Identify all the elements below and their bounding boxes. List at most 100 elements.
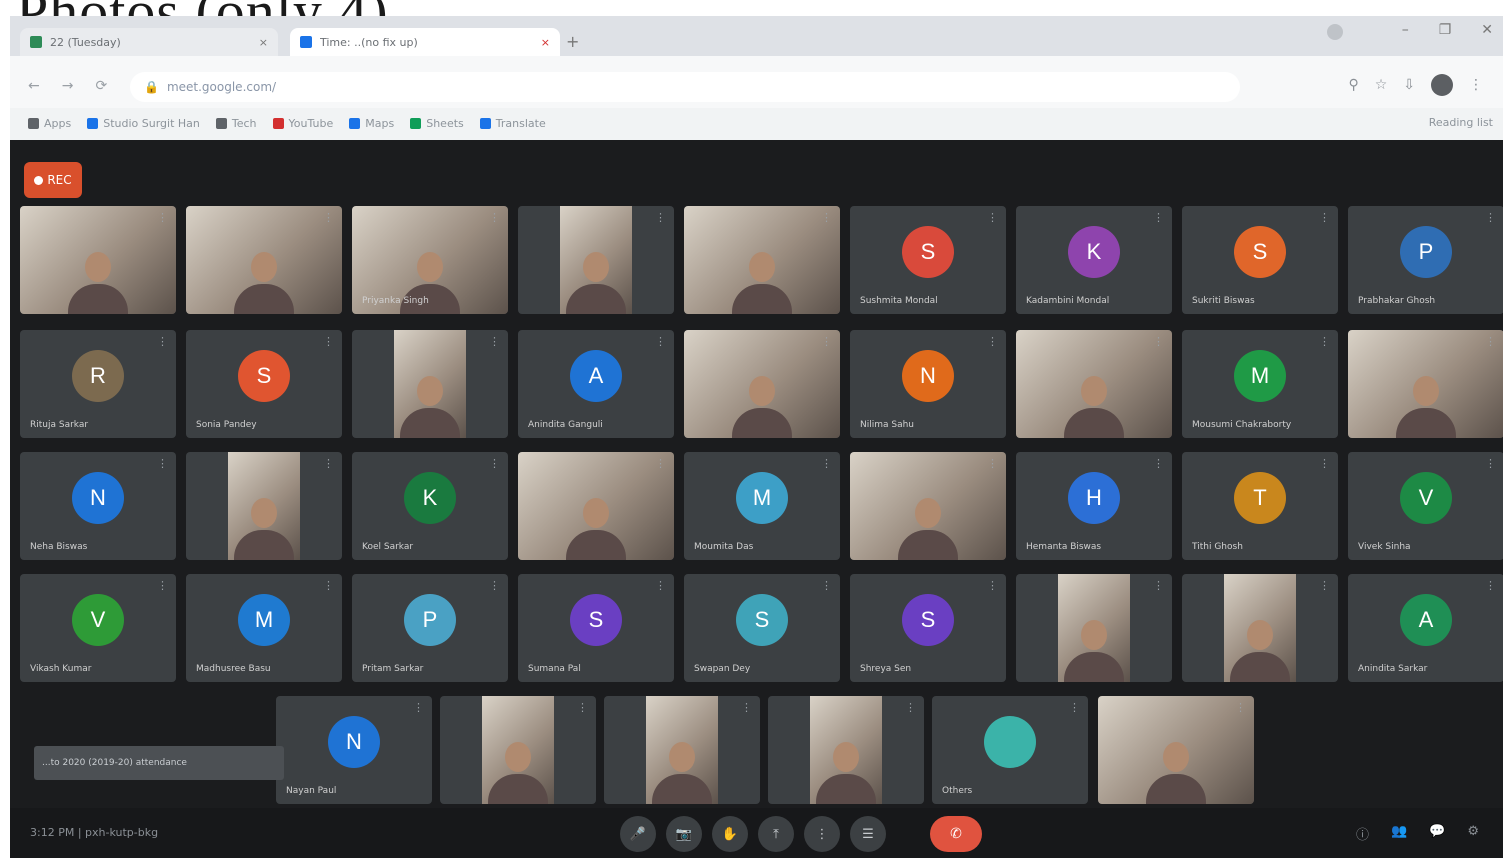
chat-icon[interactable]: 💬 [1429, 824, 1445, 843]
participant-tile[interactable]: M ⋮ Moumita Das [684, 452, 840, 560]
tile-more-options-icon[interactable]: ⋮ [821, 335, 832, 348]
participant-tile[interactable]: P ⋮ Pritam Sarkar [352, 574, 508, 682]
participant-tile[interactable]: ⋮ [850, 452, 1006, 560]
end-call-button[interactable]: ✆ [930, 816, 982, 852]
back-icon[interactable]: ← [28, 78, 40, 94]
participant-tile[interactable]: ⋮ [604, 696, 760, 804]
tile-more-options-icon[interactable]: ⋮ [413, 701, 424, 714]
tile-more-options-icon[interactable]: ⋮ [489, 335, 500, 348]
tile-more-options-icon[interactable]: ⋮ [323, 457, 334, 470]
participant-tile[interactable]: S ⋮ Shreya Sen [850, 574, 1006, 682]
tile-more-options-icon[interactable]: ⋮ [1153, 457, 1164, 470]
participant-tile[interactable]: ⋮ [1348, 330, 1503, 438]
tile-more-options-icon[interactable]: ⋮ [905, 701, 916, 714]
participant-tile[interactable]: K ⋮ Koel Sarkar [352, 452, 508, 560]
tile-more-options-icon[interactable]: ⋮ [157, 335, 168, 348]
captions-button[interactable]: ☰ [850, 816, 886, 852]
tile-more-options-icon[interactable]: ⋮ [1153, 335, 1164, 348]
participant-tile[interactable]: ⋮ [684, 206, 840, 314]
participant-tile[interactable]: V ⋮ Vivek Sinha [1348, 452, 1503, 560]
tile-more-options-icon[interactable]: ⋮ [1153, 579, 1164, 592]
new-tab-button[interactable]: + [566, 32, 579, 51]
zoom-icon[interactable]: ⚲ [1348, 77, 1358, 93]
tile-more-options-icon[interactable]: ⋮ [1319, 457, 1330, 470]
participant-tile[interactable]: ⋮ [684, 330, 840, 438]
reload-icon[interactable]: ⟳ [95, 78, 107, 94]
bookmark-translate[interactable]: Translate [479, 117, 546, 130]
participant-tile[interactable]: S ⋮ Sushmita Mondal [850, 206, 1006, 314]
tile-more-options-icon[interactable]: ⋮ [323, 579, 334, 592]
participant-tile[interactable]: T ⋮ Tithi Ghosh [1182, 452, 1338, 560]
participant-tile[interactable]: V ⋮ Vikash Kumar [20, 574, 176, 682]
present-button[interactable]: ⤒ [758, 816, 794, 852]
tile-more-options-icon[interactable]: ⋮ [1485, 335, 1496, 348]
participant-tile[interactable]: A ⋮ Anindita Ganguli [518, 330, 674, 438]
tile-more-options-icon[interactable]: ⋮ [987, 579, 998, 592]
participant-tile[interactable]: ⋮ [1016, 574, 1172, 682]
participant-tile[interactable]: ⋮ [1182, 574, 1338, 682]
minimize-button[interactable]: – [1402, 22, 1409, 38]
tile-more-options-icon[interactable]: ⋮ [577, 701, 588, 714]
account-icon[interactable] [1327, 24, 1343, 40]
chat-notification[interactable]: ...to 2020 (2019-20) attendance [34, 746, 284, 780]
participant-tile[interactable]: ⋮ [1016, 330, 1172, 438]
tile-more-options-icon[interactable]: ⋮ [987, 457, 998, 470]
tile-more-options-icon[interactable]: ⋮ [157, 457, 168, 470]
menu-icon[interactable]: ⋮ [1469, 77, 1483, 93]
microphone-button[interactable]: 🎤 [620, 816, 656, 852]
tile-more-options-icon[interactable]: ⋮ [1069, 701, 1080, 714]
tile-more-options-icon[interactable]: ⋮ [1153, 211, 1164, 224]
info-icon[interactable]: ⓘ [1356, 824, 1369, 843]
activities-icon[interactable]: ⚙ [1467, 824, 1479, 843]
tile-more-options-icon[interactable]: ⋮ [987, 211, 998, 224]
participant-tile[interactable]: ⋮ Priyanka Singh [352, 206, 508, 314]
tile-more-options-icon[interactable]: ⋮ [1485, 211, 1496, 224]
participant-tile[interactable]: N ⋮ Neha Biswas [20, 452, 176, 560]
tile-more-options-icon[interactable]: ⋮ [323, 211, 334, 224]
tile-more-options-icon[interactable]: ⋮ [157, 211, 168, 224]
participant-tile[interactable]: P ⋮ Prabhakar Ghosh [1348, 206, 1503, 314]
people-icon[interactable]: 👥 [1391, 824, 1407, 843]
tile-more-options-icon[interactable]: ⋮ [157, 579, 168, 592]
tile-more-options-icon[interactable]: ⋮ [655, 335, 666, 348]
participant-tile[interactable]: ⋮ [768, 696, 924, 804]
tile-more-options-icon[interactable]: ⋮ [489, 457, 500, 470]
bookmark-apps[interactable]: Apps [28, 117, 71, 130]
address-bar[interactable]: 🔒 meet.google.com/ [130, 72, 1240, 102]
tile-more-options-icon[interactable]: ⋮ [655, 457, 666, 470]
participant-tile[interactable]: S ⋮ Sumana Pal [518, 574, 674, 682]
participant-tile[interactable]: R ⋮ Rituja Sarkar [20, 330, 176, 438]
tile-more-options-icon[interactable]: ⋮ [489, 579, 500, 592]
tile-more-options-icon[interactable]: ⋮ [1319, 579, 1330, 592]
tile-more-options-icon[interactable]: ⋮ [1485, 579, 1496, 592]
tile-more-options-icon[interactable]: ⋮ [821, 457, 832, 470]
tile-more-options-icon[interactable]: ⋮ [987, 335, 998, 348]
bookmark-youtube[interactable]: YouTube [272, 117, 333, 130]
tile-more-options-icon[interactable]: ⋮ [655, 579, 666, 592]
tab-classroom[interactable]: 22 (Tuesday) × [20, 28, 278, 56]
tile-more-options-icon[interactable]: ⋮ [1235, 701, 1246, 714]
tile-more-options-icon[interactable]: ⋮ [655, 211, 666, 224]
participant-tile[interactable]: S ⋮ Sonia Pandey [186, 330, 342, 438]
bookmark-studio[interactable]: Studio Surgit Han [87, 117, 200, 130]
participant-tile[interactable]: ⋮ [352, 330, 508, 438]
participant-tile[interactable]: A ⋮ Anindita Sarkar [1348, 574, 1503, 682]
reading-list-button[interactable]: Reading list [1429, 116, 1493, 129]
participant-tile[interactable]: H ⋮ Hemanta Biswas [1016, 452, 1172, 560]
participant-tile[interactable]: ⋮ [186, 452, 342, 560]
bookmark-star-icon[interactable]: ☆ [1375, 77, 1388, 93]
participant-tile[interactable]: M ⋮ Madhusree Basu [186, 574, 342, 682]
participant-tile[interactable]: S ⋮ Swapan Dey [684, 574, 840, 682]
participant-tile[interactable]: K ⋮ Kadambini Mondal [1016, 206, 1172, 314]
forward-icon[interactable]: → [62, 78, 74, 94]
camera-button[interactable]: 📷 [666, 816, 702, 852]
tile-more-options-icon[interactable]: ⋮ [741, 701, 752, 714]
bookmark-sheets[interactable]: Sheets [410, 117, 464, 130]
raise-hand-button[interactable]: ✋ [712, 816, 748, 852]
tile-more-options-icon[interactable]: ⋮ [1319, 211, 1330, 224]
close-tab-icon[interactable]: × [541, 36, 550, 49]
tile-more-options-icon[interactable]: ⋮ [1485, 457, 1496, 470]
close-tab-icon[interactable]: × [259, 36, 268, 49]
tile-more-options-icon[interactable]: ⋮ [1319, 335, 1330, 348]
participant-tile[interactable]: ⋮ [186, 206, 342, 314]
